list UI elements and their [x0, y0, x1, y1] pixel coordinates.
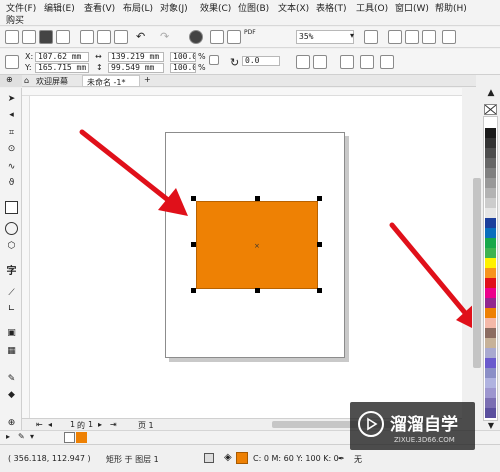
tray-menu-icon[interactable]: ▸ — [6, 432, 10, 441]
vertical-scrollbar[interactable] — [472, 88, 482, 418]
palette-swatch[interactable] — [485, 168, 496, 178]
palette-swatch[interactable] — [485, 398, 496, 408]
no-color-icon — [484, 104, 497, 115]
palette-swatch[interactable] — [485, 368, 496, 378]
color-palette — [483, 116, 498, 421]
palette-swatch[interactable] — [485, 218, 496, 228]
palette-swatch[interactable] — [485, 238, 496, 248]
fill-color-swatch[interactable] — [236, 452, 248, 464]
tray-no-color-swatch[interactable] — [64, 432, 75, 443]
outline-info: 无 — [354, 455, 362, 464]
palette-swatch[interactable] — [485, 258, 496, 268]
outline-pen-icon: ✒ — [338, 454, 345, 463]
palette-swatch[interactable] — [485, 338, 496, 348]
palette-swatch[interactable] — [485, 318, 496, 328]
arrow-pointing-rectangle-icon — [79, 129, 188, 216]
palette-swatch[interactable] — [485, 148, 496, 158]
palette-swatch[interactable] — [485, 118, 496, 128]
palette-swatch[interactable] — [485, 278, 496, 288]
palette-swatch[interactable] — [485, 268, 496, 278]
cursor-coordinates: ( 356.118, 112.947 ) — [8, 454, 91, 463]
palette-swatch[interactable] — [485, 388, 496, 398]
palette-swatch[interactable] — [485, 358, 496, 368]
play-logo-icon — [358, 411, 384, 437]
watermark-url: ZIXUE.3D66.COM — [394, 436, 455, 444]
palette-swatch[interactable] — [485, 288, 496, 298]
last-page-icon[interactable]: ⇥ — [110, 420, 117, 429]
object-info: 矩形 于 图层 1 — [106, 455, 159, 464]
palette-swatch[interactable] — [485, 158, 496, 168]
watermark-title: 溜溜自学 — [390, 415, 458, 435]
arrow-pointing-palette-icon — [389, 222, 482, 333]
watermark-logo: 溜溜自学 ZIXUE.3D66.COM — [350, 402, 475, 450]
palette-swatch[interactable] — [485, 208, 496, 218]
no-color-swatch[interactable] — [484, 104, 497, 115]
palette-swatch[interactable] — [485, 198, 496, 208]
vertical-scroll-thumb[interactable] — [473, 178, 481, 368]
palette-swatch[interactable] — [485, 408, 496, 418]
fill-color-values: C: 0 M: 60 Y: 100 K: 0 — [253, 454, 339, 463]
next-page-icon[interactable]: ▸ — [98, 420, 102, 429]
first-page-icon[interactable]: ⇤ — [36, 420, 43, 429]
palette-swatch[interactable] — [485, 188, 496, 198]
palette-swatch[interactable] — [485, 348, 496, 358]
palette-scroll-down-icon[interactable]: ▼ — [484, 421, 498, 430]
prev-page-icon[interactable]: ◂ — [48, 420, 52, 429]
total-pages: 1 — [88, 420, 94, 429]
tray-orange-swatch[interactable] — [76, 432, 87, 443]
palette-scroll-up-icon[interactable]: ▲ — [484, 88, 498, 100]
palette-swatch[interactable] — [485, 328, 496, 338]
document-color-icon — [204, 453, 214, 463]
palette-swatch[interactable] — [485, 378, 496, 388]
palette-swatch[interactable] — [485, 248, 496, 258]
tray-dropdown-icon[interactable]: ▾ — [30, 432, 34, 441]
palette-swatch[interactable] — [485, 308, 496, 318]
palette-swatch[interactable] — [485, 138, 496, 148]
palette-swatch[interactable] — [485, 178, 496, 188]
palette-swatch[interactable] — [485, 228, 496, 238]
tray-eyedropper-icon[interactable]: ✎ — [18, 432, 25, 441]
palette-swatch[interactable] — [485, 298, 496, 308]
current-page-number: 1 — [70, 420, 76, 429]
fill-bucket-icon: ◈ — [224, 452, 232, 463]
palette-swatch[interactable] — [485, 128, 496, 138]
